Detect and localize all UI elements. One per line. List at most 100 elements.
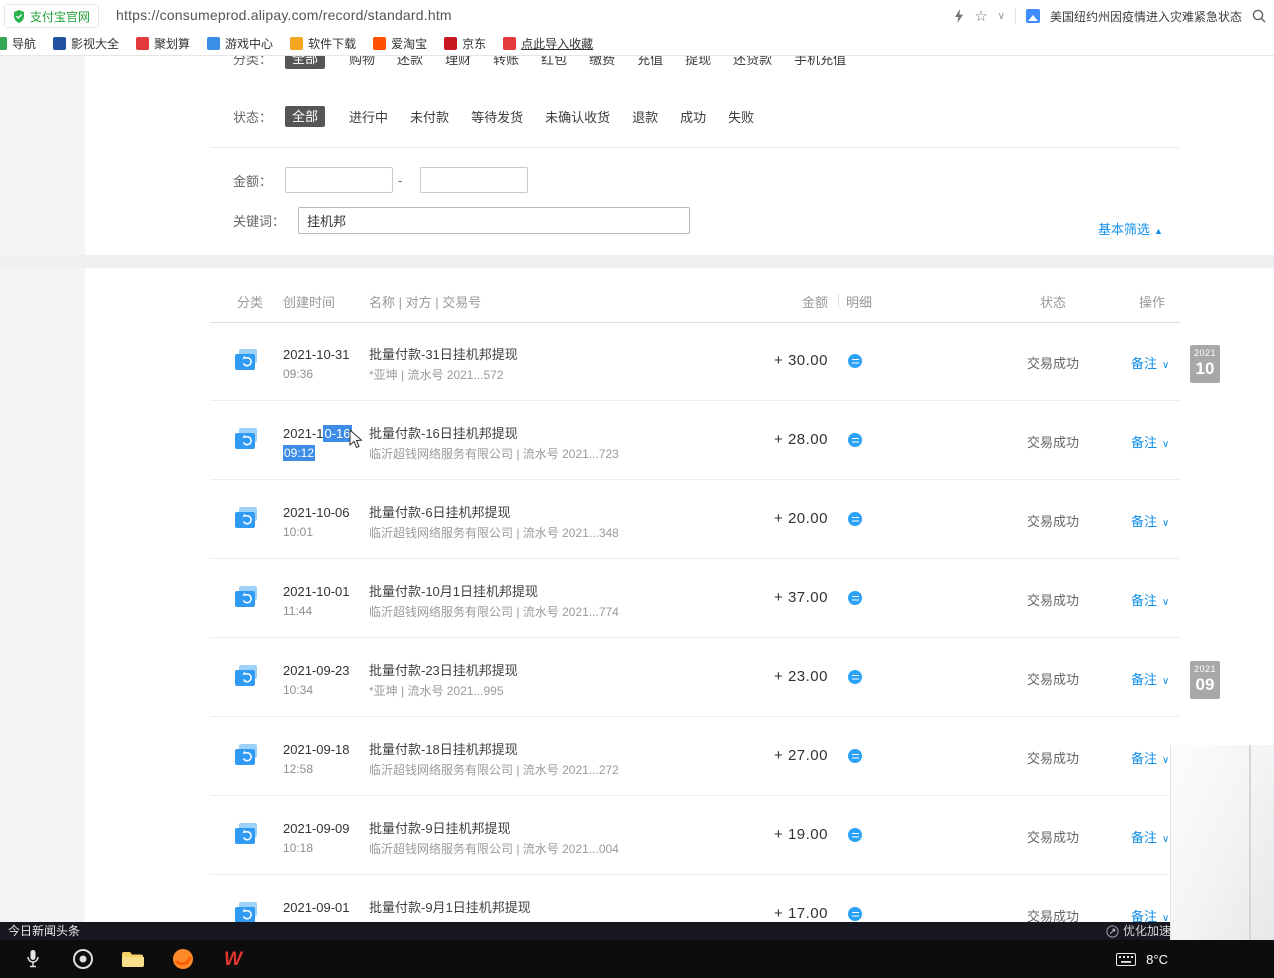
row-title: 批量付款-6日挂机邦提现 [369,505,619,521]
category-option[interactable]: 转账 [493,55,519,68]
taskbar-pinned-apps: W [20,940,246,978]
detail-icon[interactable] [848,591,862,605]
keyword-input[interactable] [298,207,690,234]
row-status: 交易成功 [1019,906,1087,922]
amount-min-input[interactable] [285,167,393,193]
badge-year: 2021 [1190,664,1220,675]
category-option[interactable]: 红包 [541,55,567,68]
remark-link[interactable]: 备注 [1131,511,1169,530]
status-option[interactable]: 成功 [680,107,706,126]
remark-link[interactable]: 备注 [1131,906,1169,922]
category-option[interactable]: 购物 [349,55,375,68]
bookmark-item[interactable]: 聚划算 [136,35,190,52]
favorite-star-icon[interactable]: ☆ [974,9,987,24]
row-created-cell: 2021-09-09 10:18 [283,821,350,855]
filter-divider [210,147,1180,148]
row-date: 2021-10-01 [283,584,350,600]
col-header-created: 创建时间 [283,292,335,311]
remark-link[interactable]: 备注 [1131,353,1169,372]
bookmarks-bar: 导航 影视大全 聚划算 游戏中心 软件下载 爱淘宝 京东 [0,32,1274,56]
detail-icon[interactable] [848,354,862,368]
amount-label: 金额： [233,171,272,190]
news-headline-link[interactable]: 今日新闻头条 [8,922,80,940]
status-label: 状态： [233,107,272,126]
row-name-cell: 批量付款-6日挂机邦提现 临沂超钱网络服务有限公司 | 流水号 2021...3… [369,505,619,540]
col-header-amount: 金额 [770,292,828,311]
row-title: 批量付款-10月1日挂机邦提现 [369,584,619,600]
detail-icon[interactable] [848,670,862,684]
site-security-badge[interactable]: 支付宝官网 [4,4,99,28]
detail-icon[interactable] [848,749,862,763]
category-option[interactable]: 还款 [397,55,423,68]
touch-keyboard-icon[interactable] [1116,953,1136,966]
taskbar-tray: 8°C [1116,940,1168,978]
detail-icon[interactable] [848,907,862,921]
row-time: 10:01 [283,525,350,539]
category-option[interactable]: 手机充值 [794,55,846,68]
hot-search-text[interactable]: 美国纽约州因疫情进入灾难紧急状态 [1050,8,1242,25]
status-option[interactable]: 未确认收货 [545,107,610,126]
category-filter-row: 分类： 全部 购物 还款 理财 转账 红包 缴费 充值 提现 还贷款 手机充值 [0,55,1274,74]
chevron-down-icon[interactable]: ∨ [998,11,1005,22]
bookmark-favicon [53,37,66,50]
bookmark-label: 软件下载 [308,35,356,52]
status-option[interactable]: 未付款 [410,107,449,126]
toolbar-divider [1015,8,1016,24]
basic-filter-toggle[interactable]: 基本筛选 [1098,219,1163,238]
bookmark-label: 导航 [12,35,36,52]
remark-link[interactable]: 备注 [1131,827,1169,846]
url-bar[interactable]: https://consumeprod.alipay.com/record/st… [116,7,452,23]
row-time: 12:58 [283,762,350,776]
category-label: 分类： [233,55,272,68]
col-header-name-party-txn: 名称 | 对方 | 交易号 [369,292,481,311]
row-party-txn: 临沂超钱网络服务有限公司 | 流水号 2021...272 [369,763,619,777]
status-option[interactable]: 失败 [728,107,754,126]
category-option[interactable]: 充值 [637,55,663,68]
status-option[interactable]: 退款 [632,107,658,126]
table-row: 2021-09-09 10:18 批量付款-9日挂机邦提现 临沂超钱网络服务有限… [0,796,1274,875]
remark-link[interactable]: 备注 [1131,590,1169,609]
category-option[interactable]: 理财 [445,55,471,68]
row-amount: + 20.00 [718,510,828,527]
weather-temperature[interactable]: 8°C [1146,952,1168,967]
detail-icon[interactable] [848,512,862,526]
booster-label: 优化加速 [1123,922,1171,940]
status-option[interactable]: 等待发货 [471,107,523,126]
search-icon[interactable] [1252,9,1266,23]
time-selection-highlight: 09:12 [283,445,315,461]
amount-max-input[interactable] [420,167,528,193]
orange-app-icon[interactable] [170,946,196,972]
bookmark-item[interactable]: 游戏中心 [207,35,273,52]
microphone-icon[interactable] [20,946,46,972]
remark-link[interactable]: 备注 [1131,432,1169,451]
row-time: 11:44 [283,604,350,618]
detail-icon[interactable] [848,433,862,447]
category-option[interactable]: 提现 [685,55,711,68]
file-explorer-icon[interactable] [120,946,146,972]
flash-speed-icon[interactable] [954,9,964,23]
row-name-cell: 批量付款-31日挂机邦提现 *亚坤 | 流水号 2021...572 [369,347,518,382]
transfer-withdraw-icon [235,823,259,848]
bookmark-label: 游戏中心 [225,35,273,52]
row-status: 交易成功 [1019,511,1087,530]
bookmark-item[interactable]: 点此导入收藏 [503,35,593,52]
wps-office-icon[interactable]: W [220,946,246,972]
remark-link[interactable]: 备注 [1131,748,1169,767]
status-option[interactable]: 进行中 [349,107,388,126]
row-party-txn: 临沂超钱网络服务有限公司 | 流水号 2021...723 [369,447,619,461]
remark-link[interactable]: 备注 [1131,669,1169,688]
status-selected-all[interactable]: 全部 [285,106,325,127]
category-option[interactable]: 缴费 [589,55,615,68]
bookmark-item[interactable]: 软件下载 [290,35,356,52]
bookmark-item[interactable]: 导航 [0,35,36,52]
category-option[interactable]: 还贷款 [733,55,772,68]
bookmark-item[interactable]: 爱淘宝 [373,35,427,52]
detail-icon[interactable] [848,828,862,842]
circular-app-icon[interactable] [70,946,96,972]
category-selected-all[interactable]: 全部 [285,55,325,69]
row-status: 交易成功 [1019,827,1087,846]
bookmark-item[interactable]: 影视大全 [53,35,119,52]
booster-link[interactable]: 优化加速 [1106,922,1171,940]
row-time: 10:34 [283,683,350,697]
bookmark-item[interactable]: 京东 [444,35,486,52]
